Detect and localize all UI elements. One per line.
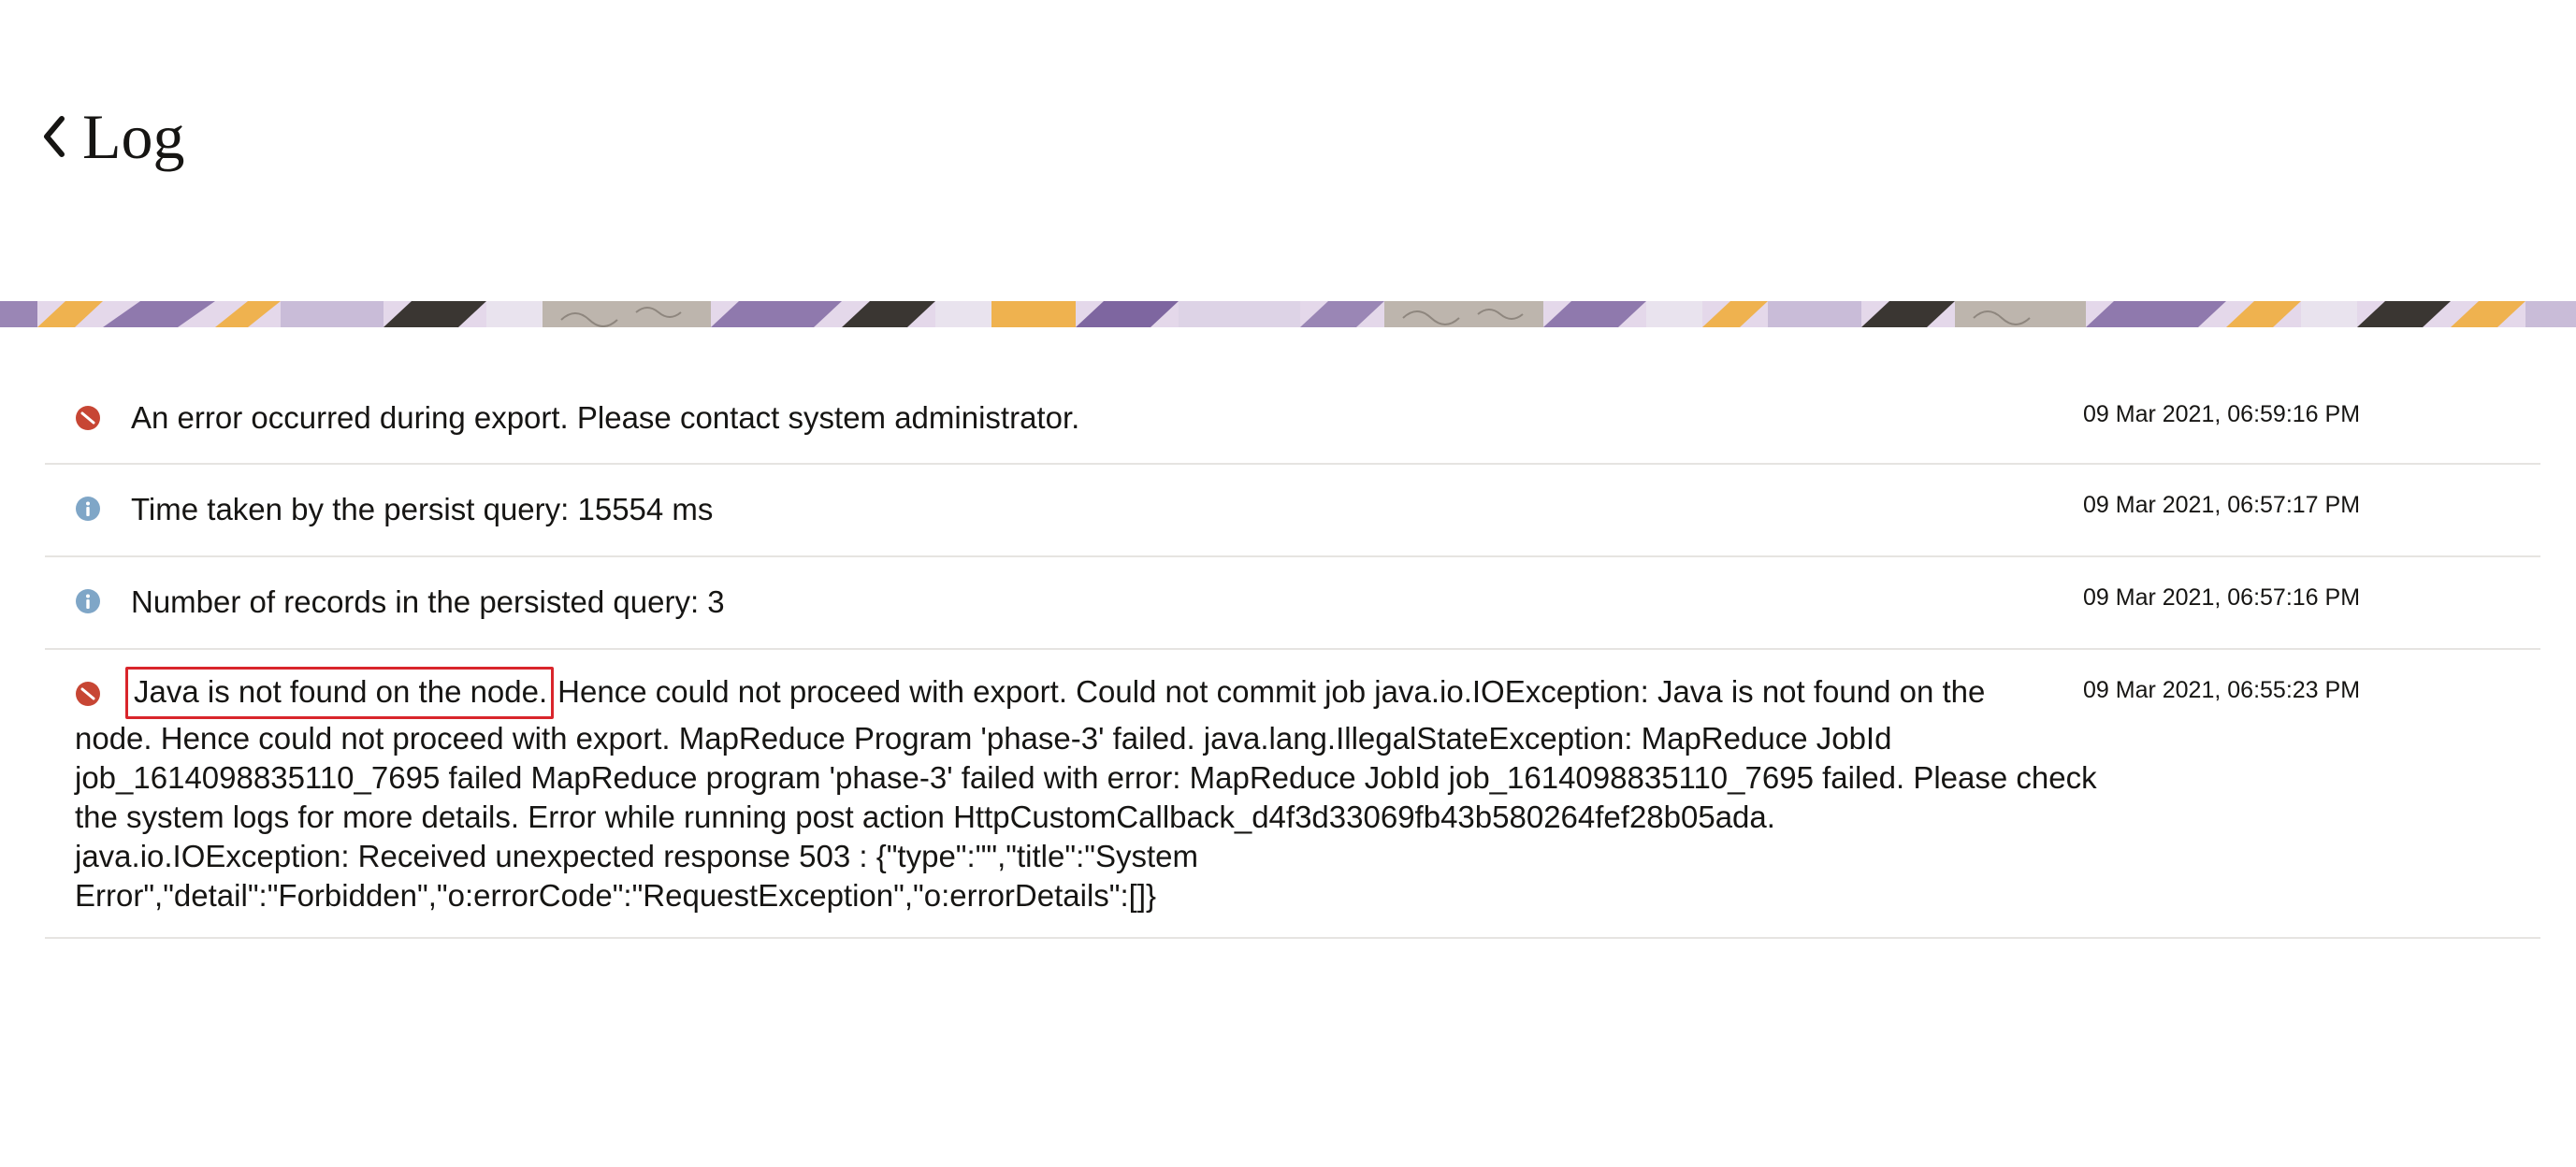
log-message-line: node. Hence could not proceed with expor… [75,721,1892,756]
log-message-line: Hence could not proceed with export. Cou… [557,674,1986,709]
log-message-line: job_1614098835110_7695 failed MapReduce … [75,760,2097,795]
log-timestamp: 09 Mar 2021, 06:55:23 PM [2083,677,2361,703]
log-message-line: the system logs for more details. Error … [75,800,1775,834]
page-title: Log [82,101,185,172]
log-message: Number of records in the persisted query… [131,584,725,619]
log-message: Java is not found on the node. Hence coul… [75,667,2097,915]
log-list: An error occurred during export. Please … [45,372,2540,939]
page-header: Log [0,0,2576,301]
log-timestamp: 09 Mar 2021, 06:59:16 PM [2083,401,2361,427]
log-timestamp: 09 Mar 2021, 06:57:17 PM [2083,492,2361,518]
info-icon [76,589,100,613]
log-row: Number of records in the persisted query… [45,557,2540,650]
log-message: An error occurred during export. Please … [131,400,1080,435]
highlighted-text: Java is not found on the node. [125,667,555,719]
back-button[interactable] [36,110,73,163]
log-timestamp: 09 Mar 2021, 06:57:16 PM [2083,584,2361,611]
log-message-line: Error","detail":"Forbidden","o:errorCode… [75,878,1157,913]
error-icon [76,406,100,430]
log-message-line: java.io.IOException: Received unexpected… [75,839,1198,873]
log-row: Time taken by the persist query: 15554 m… [45,465,2540,557]
chevron-left-icon [44,116,65,157]
log-row: An error occurred during export. Please … [45,372,2540,465]
info-icon [76,497,100,521]
log-message: Time taken by the persist query: 15554 m… [131,492,714,526]
decorative-banner [0,301,2576,327]
log-row: Java is not found on the node. Hence coul… [45,650,2540,939]
